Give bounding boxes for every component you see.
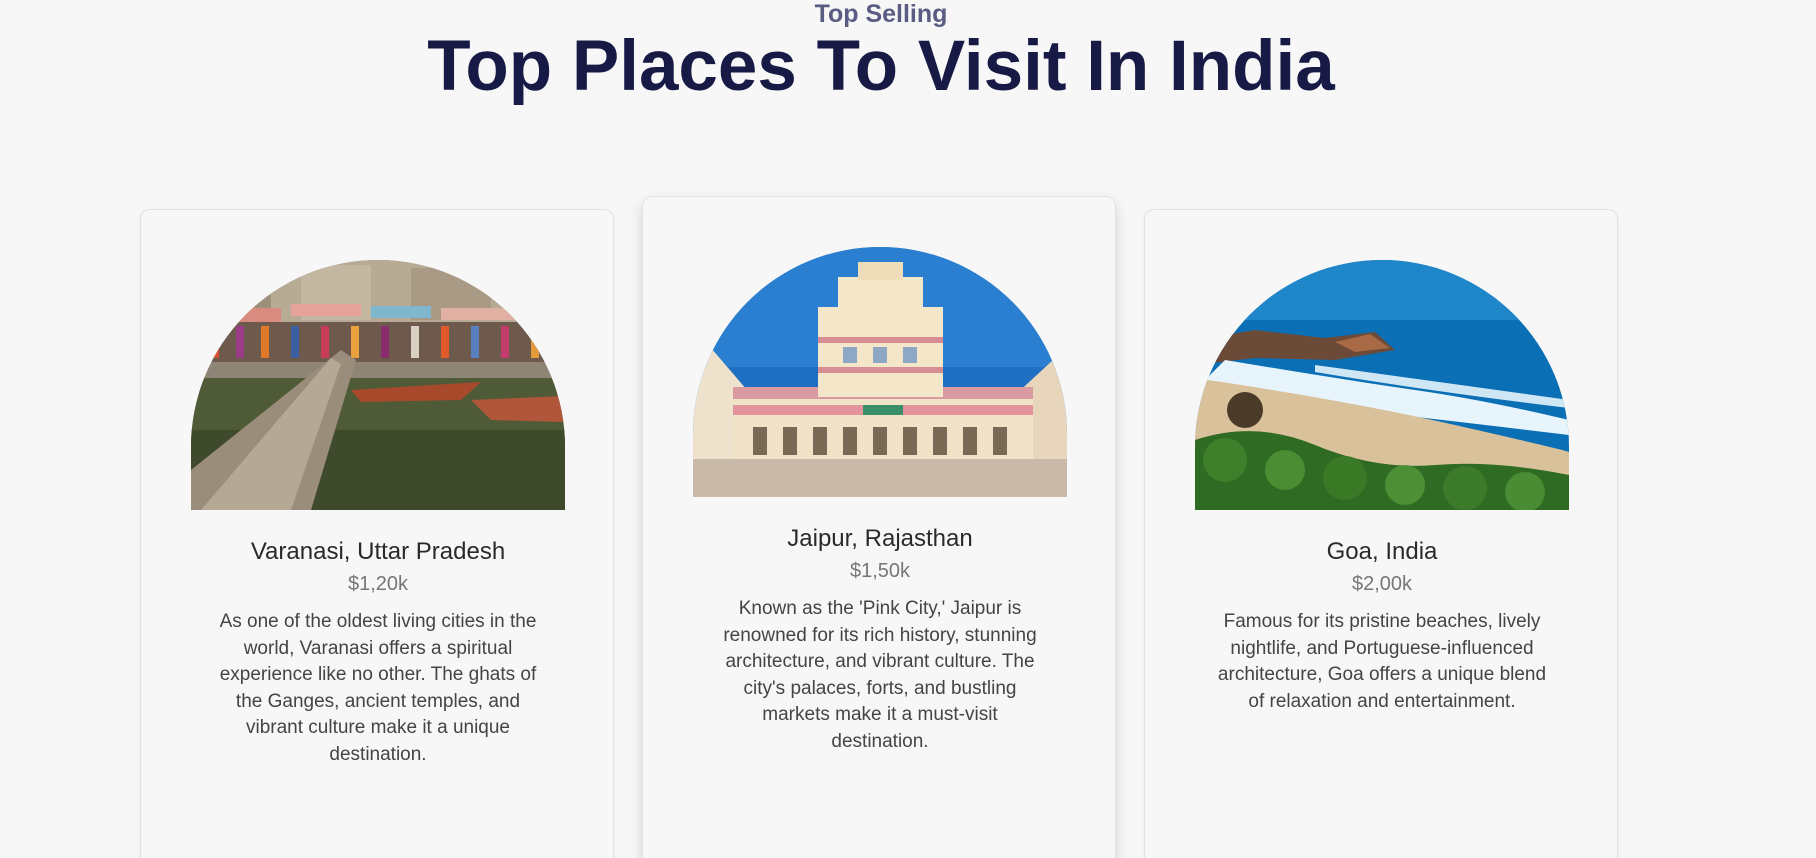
- destination-card-varanasi[interactable]: Varanasi, Uttar Pradesh $1,20k As one of…: [140, 209, 614, 858]
- varanasi-image: [191, 260, 565, 510]
- card-description: As one of the oldest living cities in th…: [219, 611, 537, 765]
- card-description: Known as the 'Pink City,' Jaipur is reno…: [723, 598, 1037, 752]
- card-price: $1,50k: [849, 560, 911, 582]
- card-description: Famous for its pristine beaches, lively …: [1217, 611, 1547, 712]
- jaipur-image: [693, 247, 1067, 497]
- card-title: Goa, India: [1326, 538, 1438, 565]
- card-title: Varanasi, Uttar Pradesh: [250, 538, 506, 565]
- goa-image: [1195, 260, 1569, 510]
- section-title: Top Places To Visit In India: [427, 27, 1335, 106]
- section-eyebrow: Top Selling: [814, 0, 948, 28]
- card-title: Jaipur, Rajasthan: [787, 525, 973, 552]
- destination-card-jaipur[interactable]: Jaipur, Rajasthan $1,50k Known as the 'P…: [642, 196, 1116, 858]
- card-price: $1,20k: [347, 573, 409, 595]
- top-places-section: Top Selling Top Places To Visit In India: [0, 0, 1816, 858]
- destination-card-goa[interactable]: Goa, India $2,00k Famous for its pristin…: [1144, 209, 1618, 858]
- card-price: $2,00k: [1351, 573, 1413, 595]
